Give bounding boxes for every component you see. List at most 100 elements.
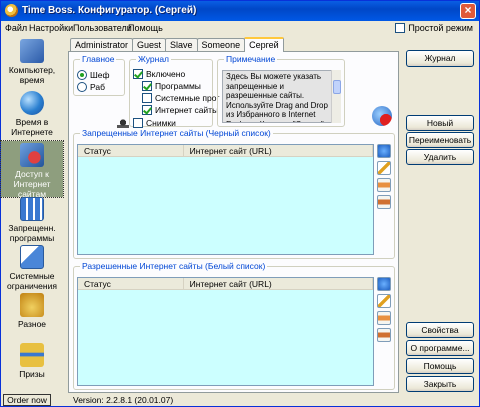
journal-programs[interactable]: Программы — [142, 81, 201, 91]
globe-icon — [20, 91, 44, 115]
sidebar-item-label: Разное — [17, 319, 47, 329]
blacklist-table[interactable]: Статус Интернет сайт (URL) — [77, 144, 374, 255]
blacklist-ie-add-button[interactable] — [377, 144, 391, 158]
sidebar-item-misc[interactable]: Разное — [1, 293, 63, 333]
sidebar-item-internet-access[interactable]: Доступ к Интернет сайтам — [0, 140, 64, 199]
sidebar-item-label: Доступ к Интернет сайтам — [13, 169, 51, 199]
whitelist-add-button[interactable] — [377, 311, 391, 325]
journal-enabled-checkbox[interactable] — [133, 69, 143, 79]
journal-programs-checkbox[interactable] — [142, 81, 152, 91]
journal-websites-label: Интернет сайты — [155, 105, 219, 115]
radio-slave-label: Раб — [90, 82, 105, 92]
journal-system-programs-checkbox[interactable] — [142, 93, 152, 103]
blacklist-edit-button[interactable] — [377, 161, 391, 175]
note-group-title: Примечание — [224, 54, 278, 64]
radio-chief[interactable]: Шеф — [77, 70, 110, 80]
journal-screenshots-checkbox[interactable] — [133, 118, 143, 128]
journal-group: Журнал Включено Программы Системные прог… — [129, 54, 220, 128]
misc-icon — [20, 293, 44, 317]
column-url[interactable]: Интернет сайт (URL) — [184, 145, 373, 157]
journal-enabled-label: Включено — [146, 69, 186, 79]
journal-screenshots[interactable]: Снимки — [133, 118, 176, 128]
radio-chief-label: Шеф — [90, 70, 110, 80]
radio-slave-button[interactable] — [77, 82, 87, 92]
sidebar-item-forbidden-programs[interactable]: Запрещенн. программы — [1, 197, 63, 243]
column-status[interactable]: Статус — [78, 145, 184, 157]
journal-screenshots-label: Снимки — [146, 118, 176, 128]
note-group: Примечание Здесь Вы можете указать запре… — [217, 54, 345, 127]
tab-guest[interactable]: Guest — [132, 38, 167, 52]
radio-chief-button[interactable] — [77, 70, 87, 80]
tab-sergey[interactable]: Сергей — [244, 37, 284, 52]
sidebar-item-internet-time[interactable]: Время в Интернете — [1, 91, 63, 137]
titlebar[interactable]: Time Boss. Конфигуратор. (Сергей) × — [1, 1, 479, 21]
tab-someone[interactable]: Someone — [196, 38, 246, 52]
journal-system-programs-label: Системные прог — [155, 93, 220, 103]
blacklist-add-button[interactable] — [377, 178, 391, 192]
main-window: Time Boss. Конфигуратор. (Сергей) × Файл… — [0, 0, 480, 407]
rename-button[interactable]: Переименовать — [406, 132, 474, 148]
sidebar: Компьютер, время Время в Интернете Досту… — [0, 37, 64, 393]
note-scroll-thumb[interactable] — [333, 80, 341, 94]
menu-help[interactable]: Помощь — [128, 23, 163, 33]
journal-enabled[interactable]: Включено — [133, 69, 185, 79]
menu-file[interactable]: Файл — [5, 23, 27, 33]
computer-clock-icon — [20, 39, 44, 63]
forbidden-programs-icon — [20, 197, 44, 221]
whitelist-group: Разрешенные Интернет сайты (Белый список… — [73, 261, 395, 390]
journal-button[interactable]: Журнал — [406, 50, 474, 67]
note-textarea[interactable]: Здесь Вы можете указать запрещенные и ра… — [222, 70, 332, 123]
whitelist-edit-button[interactable] — [377, 294, 391, 308]
help-button[interactable]: Помощь — [406, 358, 474, 374]
order-now-button[interactable]: Order now — [3, 394, 51, 406]
system-restrictions-icon — [20, 245, 44, 269]
sidebar-item-label: Призы — [19, 369, 45, 379]
journal-websites-checkbox[interactable] — [142, 105, 152, 115]
close-window-button[interactable]: × — [460, 3, 476, 19]
sidebar-item-computer-time[interactable]: Компьютер, время — [1, 39, 63, 85]
whitelist-header: Статус Интернет сайт (URL) — [78, 278, 373, 290]
journal-websites[interactable]: Интернет сайты — [142, 105, 218, 115]
journal-system-programs[interactable]: Системные прог — [142, 93, 220, 103]
statusbar: Order now Version: 2.2.8.1 (20.01.07) — [1, 393, 479, 407]
note-scrollbar[interactable] — [331, 70, 341, 123]
menu-settings[interactable]: Настройки — [29, 23, 73, 33]
whitelist-ie-add-button[interactable] — [377, 277, 391, 291]
new-button[interactable]: Новый — [406, 115, 474, 131]
simple-mode-toggle[interactable]: Простой режим — [395, 23, 473, 33]
prizes-icon — [20, 343, 44, 367]
main-group: Главное Шеф Раб — [73, 54, 125, 96]
close-icon: × — [464, 3, 472, 17]
blacklist-header: Статус Интернет сайт (URL) — [78, 145, 373, 157]
whitelist-table[interactable]: Статус Интернет сайт (URL) — [77, 277, 374, 386]
simple-mode-label: Простой режим — [408, 23, 473, 33]
radio-slave[interactable]: Раб — [77, 82, 105, 92]
delete-button[interactable]: Удалить — [406, 149, 474, 165]
version-label: Version: 2.2.8.1 (20.01.07) — [73, 395, 174, 405]
app-clock-icon — [5, 4, 18, 17]
sidebar-item-prizes[interactable]: Призы — [1, 343, 63, 383]
sidebar-item-label: Запрещенн. программы — [8, 223, 56, 243]
simple-mode-checkbox[interactable] — [395, 23, 406, 33]
properties-button[interactable]: Свойства — [406, 322, 474, 338]
sidebar-item-label: Время в Интернете — [11, 117, 53, 137]
tab-slave[interactable]: Slave — [165, 38, 198, 52]
column-url[interactable]: Интернет сайт (URL) — [184, 278, 373, 290]
whitelist-title: Разрешенные Интернет сайты (Белый список… — [80, 261, 268, 271]
whitelist-remove-button[interactable] — [377, 328, 391, 342]
tab-administrator[interactable]: Administrator — [70, 38, 134, 52]
main-group-title: Главное — [80, 54, 117, 64]
ie-blocked-icon — [372, 106, 392, 126]
sidebar-item-label: Компьютер, время — [8, 65, 56, 85]
blacklist-group: Запрещенные Интернет сайты (Черный списо… — [73, 128, 395, 259]
about-button[interactable]: О программе... — [406, 340, 474, 356]
user-tabs: Administrator Guest Slave Someone Сергей — [70, 37, 284, 52]
close-button[interactable]: Закрыть — [406, 376, 474, 392]
column-status[interactable]: Статус — [78, 278, 184, 290]
sidebar-item-system-restrictions[interactable]: Системные ограничения — [1, 245, 63, 291]
blacklist-title: Запрещенные Интернет сайты (Черный списо… — [80, 128, 273, 138]
blacklist-remove-button[interactable] — [377, 195, 391, 209]
sidebar-item-label: Системные ограничения — [7, 271, 57, 291]
menu-users[interactable]: Пользователи — [73, 23, 132, 33]
journal-group-title: Журнал — [136, 54, 172, 64]
